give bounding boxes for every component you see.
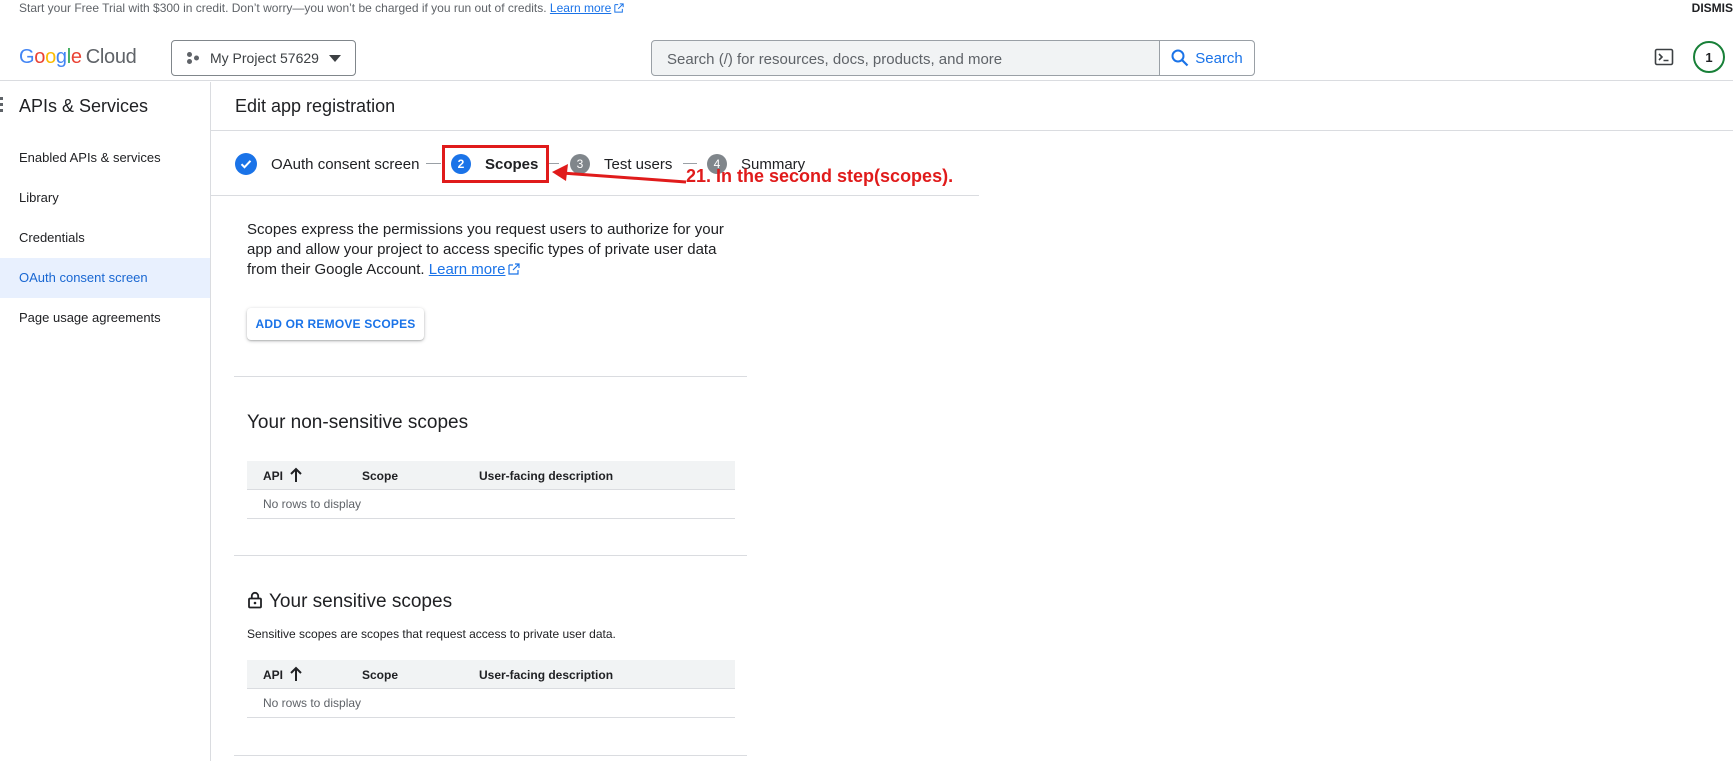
add-or-remove-scopes-button[interactable]: ADD OR REMOVE SCOPES bbox=[247, 308, 424, 340]
scopes-learn-more-link[interactable]: Learn more bbox=[429, 261, 506, 278]
logo-letter: e bbox=[70, 46, 82, 68]
sensitive-scopes-heading: Your sensitive scopes bbox=[247, 591, 452, 613]
divider bbox=[234, 555, 747, 556]
external-link-icon bbox=[614, 3, 624, 13]
external-link-icon bbox=[508, 263, 521, 275]
logo-cloud-text: Cloud bbox=[85, 46, 137, 68]
page-header: Edit app registration bbox=[211, 82, 1733, 131]
table-header: API Scope User-facing description bbox=[247, 660, 735, 689]
column-header-api[interactable]: API bbox=[263, 469, 283, 483]
search-button[interactable]: Search bbox=[1159, 41, 1254, 75]
logo-letter: g bbox=[55, 46, 67, 68]
sidebar-item-library[interactable]: Library bbox=[0, 178, 210, 218]
divider bbox=[234, 376, 747, 377]
empty-table-message: No rows to display bbox=[247, 689, 735, 718]
cloud-shell-terminal-icon[interactable] bbox=[1654, 47, 1674, 67]
search-input[interactable]: Search (/) for resources, docs, products… bbox=[667, 51, 1002, 68]
sidebar-item-enabled-apis[interactable]: Enabled APIs & services bbox=[0, 138, 210, 178]
step-label: OAuth consent screen bbox=[271, 155, 420, 173]
sidebar-title: APIs & Services bbox=[19, 96, 149, 116]
sort-ascending-icon[interactable] bbox=[289, 666, 303, 682]
search-icon bbox=[1171, 49, 1189, 67]
drag-handle-icon[interactable] bbox=[0, 97, 3, 113]
chevron-down-icon bbox=[329, 55, 341, 62]
avatar[interactable]: 1 bbox=[1693, 41, 1725, 73]
banner-learn-more-link[interactable]: Learn more bbox=[550, 1, 611, 15]
sensitive-scopes-title: Your sensitive scopes bbox=[269, 591, 453, 612]
divider bbox=[234, 755, 747, 756]
dismiss-button[interactable]: DISMIS bbox=[1692, 0, 1733, 16]
column-header-api[interactable]: API bbox=[263, 668, 283, 682]
sort-ascending-icon[interactable] bbox=[289, 467, 303, 483]
annotation-arrow-icon bbox=[552, 164, 687, 184]
column-header-scope: Scope bbox=[362, 469, 399, 483]
annotation-text: 21. In the second step(scopes). bbox=[686, 166, 954, 186]
non-sensitive-scopes-title: Your non-sensitive scopes bbox=[247, 412, 469, 433]
search-button-label: Search bbox=[1195, 49, 1243, 67]
lock-icon bbox=[248, 591, 262, 609]
empty-table-message: No rows to display bbox=[247, 490, 735, 519]
sidebar-item-credentials[interactable]: Credentials bbox=[0, 218, 210, 258]
non-sensitive-scopes-table: API Scope User-facing description No row… bbox=[247, 461, 735, 519]
search-bar[interactable]: Search (/) for resources, docs, products… bbox=[651, 40, 1255, 76]
step-oauth-consent-screen[interactable]: OAuth consent screen bbox=[235, 132, 419, 196]
project-dots-icon bbox=[187, 52, 199, 64]
logo-letter: G bbox=[19, 46, 35, 68]
column-header-description: User-facing description bbox=[479, 668, 614, 682]
column-header-scope: Scope bbox=[362, 668, 399, 682]
project-selector[interactable]: My Project 57629 bbox=[171, 40, 356, 76]
scopes-description: Scopes express the permissions you reque… bbox=[247, 220, 737, 280]
top-bar: Google Cloud My Project 57629 Search (/) … bbox=[0, 33, 1733, 81]
trial-banner: Start your Free Trial with $300 in credi… bbox=[0, 0, 1733, 17]
sidebar-item-oauth-consent-screen[interactable]: OAuth consent screen bbox=[0, 258, 210, 298]
logo-letter: o bbox=[45, 46, 56, 68]
step-connector bbox=[426, 163, 441, 164]
check-icon bbox=[235, 153, 257, 175]
page-title: Edit app registration bbox=[235, 96, 396, 116]
scopes-highlight-box bbox=[442, 145, 549, 183]
sidebar: APIs & Services Enabled APIs & services … bbox=[0, 82, 211, 761]
table-header: API Scope User-facing description bbox=[247, 461, 735, 490]
logo-letter: o bbox=[34, 46, 46, 68]
sensitive-scopes-table: API Scope User-facing description No row… bbox=[247, 660, 735, 718]
banner-text: Start your Free Trial with $300 in credi… bbox=[19, 1, 547, 15]
sidebar-item-page-usage-agreements[interactable]: Page usage agreements bbox=[0, 298, 210, 338]
google-cloud-logo[interactable]: Google Cloud bbox=[19, 46, 137, 69]
column-header-description: User-facing description bbox=[479, 469, 614, 483]
sensitive-scopes-subtitle: Sensitive scopes are scopes that request… bbox=[247, 627, 616, 641]
project-name: My Project 57629 bbox=[210, 50, 319, 66]
